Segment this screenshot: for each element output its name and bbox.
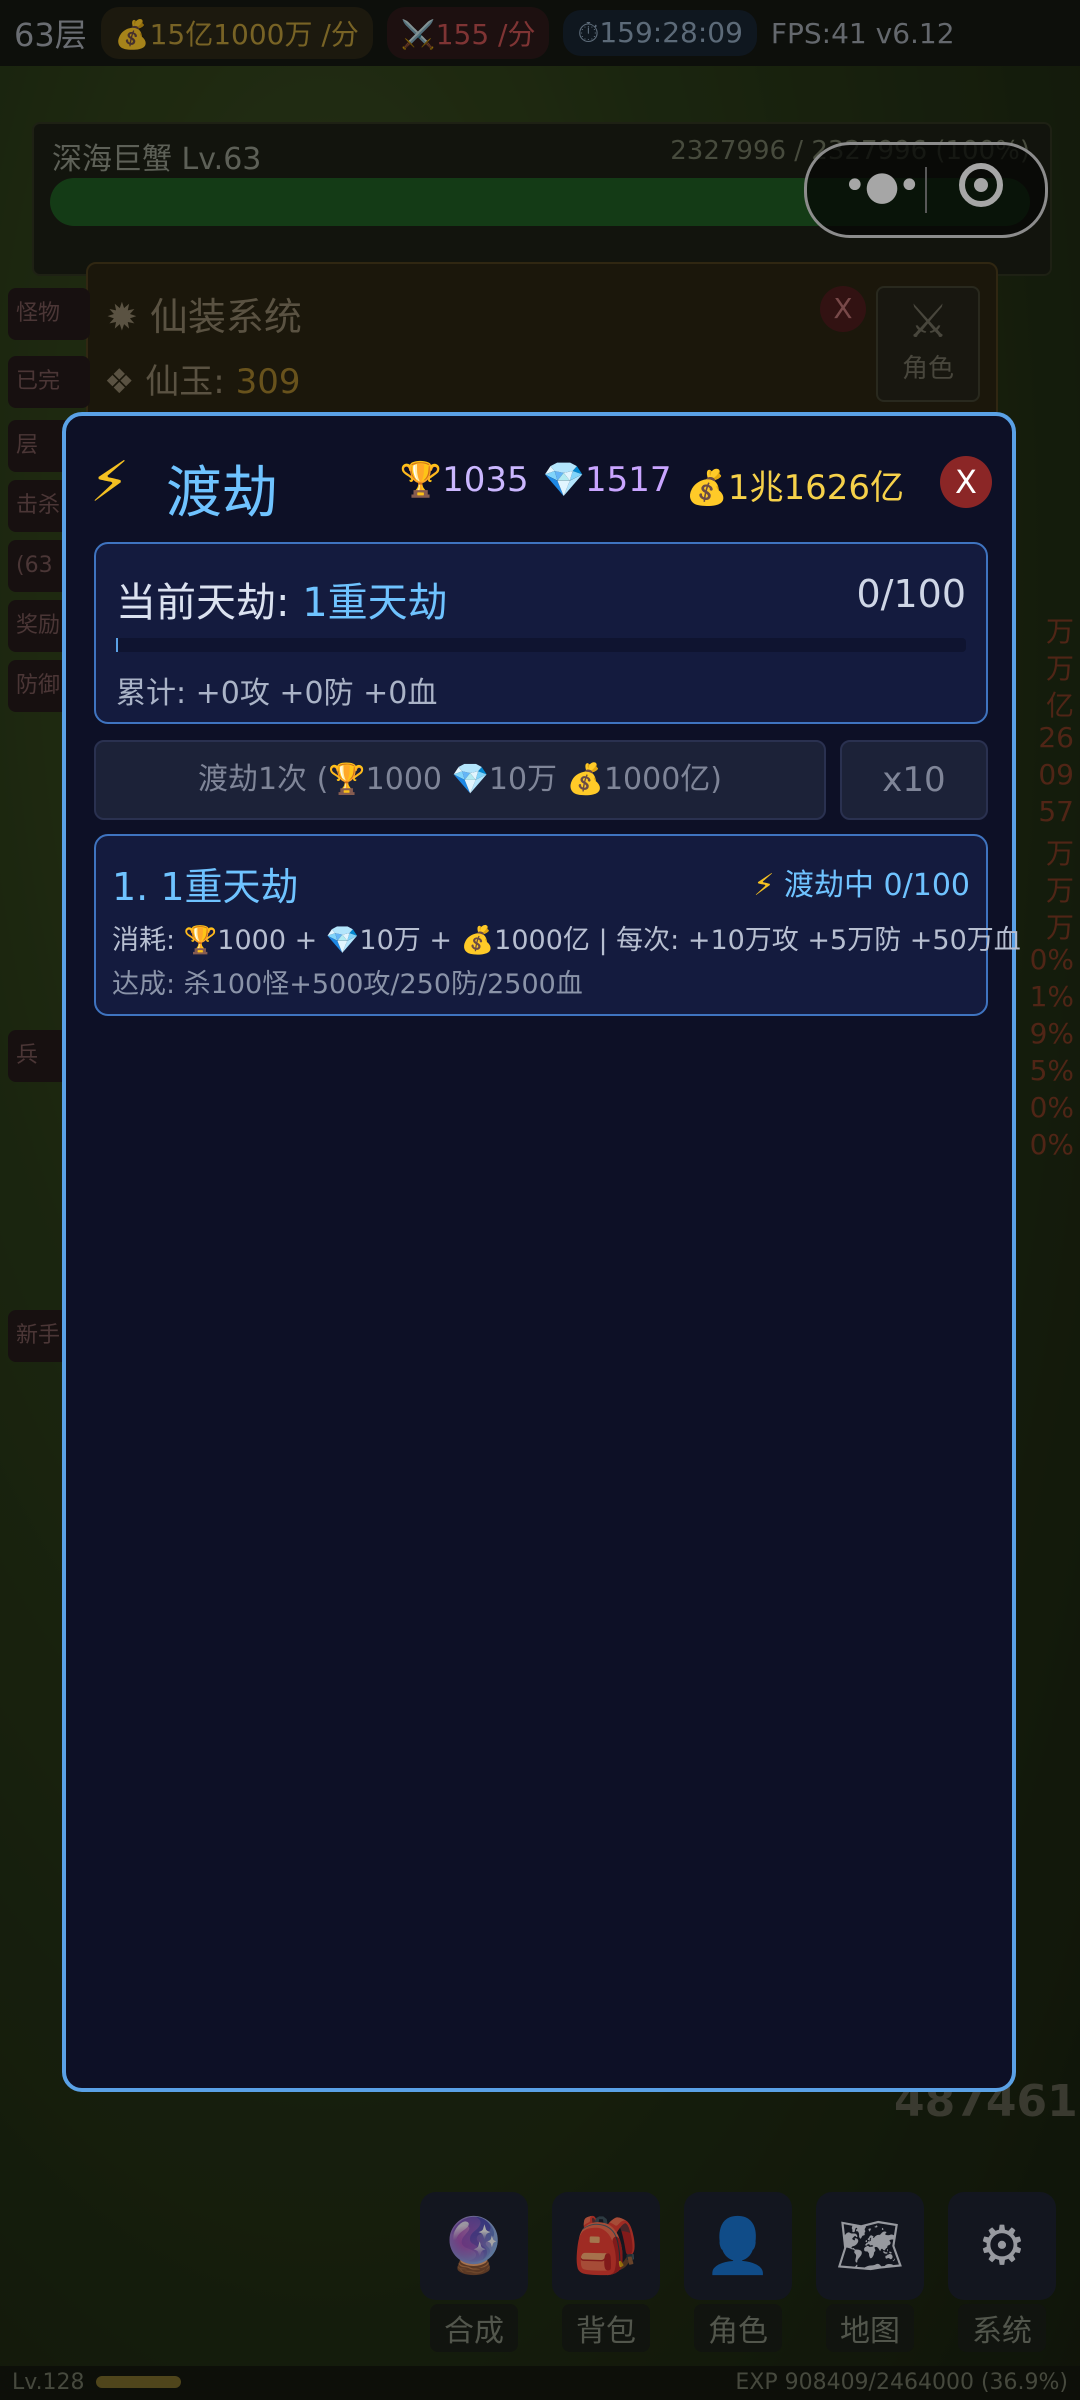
- tribulate-ten-button[interactable]: x10: [840, 740, 988, 820]
- tribulation-item[interactable]: 1. 1重天劫 ⚡ 渡劫中 0/100 消耗: 🏆1000 + 💎10万 + 💰…: [94, 834, 1021, 1016]
- gold-count: 💰1兆1626亿: [685, 468, 905, 508]
- modal-close-button[interactable]: X: [940, 456, 992, 508]
- current-tribulation-label: 当前天劫: 1重天劫: [116, 580, 448, 626]
- modal-title: 渡劫: [166, 461, 278, 526]
- tribulation-item-status: ⚡ 渡劫中 0/100: [753, 868, 970, 903]
- resource-bar: 🏆1035 💎1517 💰1兆1626亿: [400, 460, 904, 509]
- lightning-icon: ⚡: [753, 868, 775, 903]
- tribulate-once-button[interactable]: 渡劫1次 (🏆1000 💎10万 💰1000亿): [94, 740, 826, 820]
- tribulation-item-cost: 消耗: 🏆1000 + 💎10万 + 💰1000亿 | 每次: +10万攻 +5…: [112, 925, 1021, 956]
- tribulation-item-reward: 达成: 杀100怪+500攻/250防/2500血: [112, 969, 583, 1000]
- gem-count: 💎1517: [542, 460, 672, 500]
- lightning-icon: ⚡: [90, 450, 130, 515]
- tribulation-progress-text: 0/100: [856, 572, 966, 616]
- current-tribulation-card: 当前天劫: 1重天劫 0/100 累计: +0攻 +0防 +0血: [94, 542, 988, 724]
- tribulation-progress-bar: [116, 638, 966, 652]
- trophy-count: 🏆1035: [399, 460, 529, 500]
- tribulation-progress-fill: [116, 638, 118, 652]
- tribulation-item-name: 1. 1重天劫: [112, 865, 299, 909]
- tribulation-modal: ⚡ 渡劫 🏆1035 💎1517 💰1兆1626亿 X 当前天劫: 1重天劫 0…: [62, 412, 1021, 2092]
- accumulated-bonus: 累计: +0攻 +0防 +0血: [116, 676, 438, 711]
- modal-header: ⚡ 渡劫 🏆1035 💎1517 💰1兆1626亿 X: [66, 416, 1012, 536]
